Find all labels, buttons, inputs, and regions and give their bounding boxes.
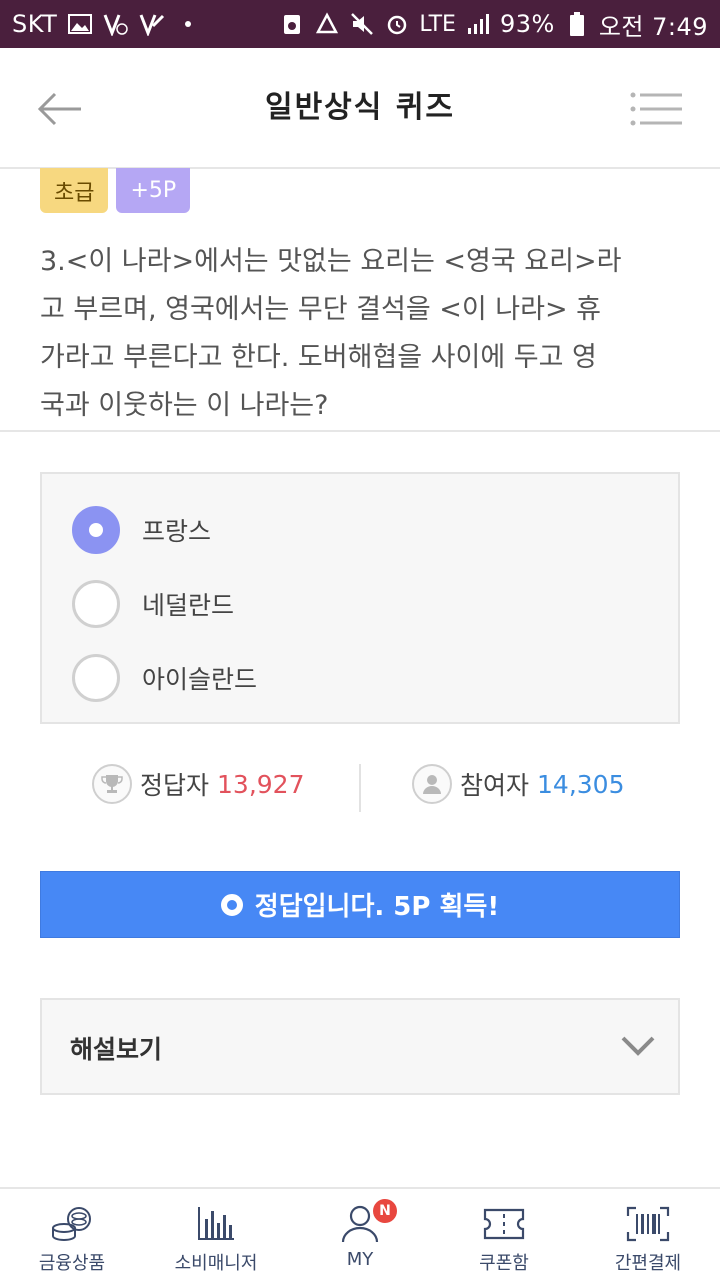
- radio-unselected[interactable]: [72, 654, 120, 702]
- coins-icon: [49, 1203, 95, 1245]
- carrier-label: SKT: [12, 10, 58, 38]
- option-france[interactable]: 프랑스: [72, 504, 211, 556]
- mute-icon: [349, 11, 375, 37]
- correct-label: 정답자: [140, 771, 210, 800]
- nav-label: 간편결제: [614, 1253, 682, 1274]
- app-header: 일반상식 퀴즈: [0, 48, 720, 169]
- image-notification-icon: [67, 11, 93, 37]
- recycle-icon: [314, 11, 340, 37]
- network-label: LTE: [419, 11, 456, 37]
- participants-label: 참여자: [460, 771, 530, 800]
- menu-button[interactable]: [628, 86, 684, 132]
- divider: [0, 430, 720, 432]
- point-badge: +5P: [116, 168, 191, 213]
- new-badge: N: [373, 1199, 397, 1223]
- battery-icon: [564, 11, 590, 37]
- answer-options: 프랑스 네덜란드 아이슬란드: [40, 472, 680, 724]
- option-netherlands[interactable]: 네덜란드: [72, 578, 234, 630]
- page-title: 일반상식 퀴즈: [264, 90, 456, 125]
- participants-value: 14,305: [537, 769, 625, 799]
- chevron-down-icon: [618, 1026, 658, 1066]
- question-line: 가라고 부른다고 한다. 도버해협을 사이에 두고 영: [40, 342, 597, 373]
- nav-label: 소비매니저: [174, 1253, 258, 1274]
- bar-chart-icon: [193, 1203, 239, 1245]
- question-line: 국과 이웃하는 이 나라는?: [40, 390, 329, 421]
- ticket-icon: [481, 1203, 527, 1245]
- nav-item-easy-pay[interactable]: 간편결제: [576, 1189, 720, 1280]
- participant-count: 참여자 14,305: [412, 764, 625, 804]
- option-iceland[interactable]: 아이슬란드: [72, 652, 257, 704]
- question-text: 3.<이 나라>에서는 맛없는 요리는 <영국 요리>라 고 부르며, 영국에서…: [40, 238, 690, 430]
- nav-label: 쿠폰함: [479, 1253, 529, 1274]
- nav-label: MY: [346, 1249, 374, 1270]
- dot-icon: [175, 11, 201, 37]
- question-line: 고 부르며, 영국에서는 무단 결석을 <이 나라> 휴: [40, 294, 602, 325]
- radio-unselected[interactable]: [72, 580, 120, 628]
- v1-notification-icon: [103, 11, 129, 37]
- option-label: 프랑스: [142, 517, 212, 546]
- question-line: 3.<이 나라>에서는 맛없는 요리는 <영국 요리>라: [40, 246, 622, 277]
- level-badge: 초급: [40, 168, 109, 213]
- option-label: 아이슬란드: [142, 665, 258, 694]
- result-message: 정답입니다. 5P 획득!: [254, 892, 500, 922]
- radio-selected[interactable]: [72, 506, 120, 554]
- stats-divider: [359, 764, 361, 812]
- quiz-badges: 초급 +5P: [40, 168, 191, 213]
- option-label: 네덜란드: [142, 591, 235, 620]
- quiz-stats: 정답자 13,927 참여자 14,305: [0, 760, 720, 814]
- clock: 오전 7:49: [598, 12, 708, 41]
- explanation-label: 해설보기: [70, 1035, 163, 1064]
- correct-count: 정답자 13,927: [92, 764, 305, 804]
- person-icon: [412, 764, 452, 804]
- correct-value: 13,927: [217, 769, 305, 799]
- nav-item-financial-products[interactable]: 금융상품: [0, 1189, 144, 1280]
- hamburger-menu-icon: [630, 92, 682, 126]
- result-banner: 정답입니다. 5P 획득!: [40, 871, 680, 938]
- bottom-nav: 금융상품 소비매니저 N MY 쿠폰함 간편결제: [0, 1187, 720, 1280]
- alarm-icon: [384, 11, 410, 37]
- user-icon: N: [337, 1199, 397, 1245]
- battery-percent: 93%: [499, 10, 555, 38]
- circle-icon: [220, 893, 243, 916]
- nav-item-coupons[interactable]: 쿠폰함: [432, 1189, 576, 1280]
- v-notification-icon: [139, 11, 165, 37]
- save-icon: [279, 11, 305, 37]
- explanation-toggle[interactable]: 해설보기: [40, 998, 680, 1095]
- trophy-icon: [92, 764, 132, 804]
- nav-item-my[interactable]: N MY: [288, 1189, 432, 1280]
- nav-item-spending-manager[interactable]: 소비매니저: [144, 1189, 288, 1280]
- barcode-icon: [625, 1203, 671, 1245]
- status-bar: SKT LTE 93% 오전 7:49: [0, 0, 720, 48]
- signal-icon: [465, 11, 491, 37]
- nav-label: 금융상품: [38, 1253, 106, 1274]
